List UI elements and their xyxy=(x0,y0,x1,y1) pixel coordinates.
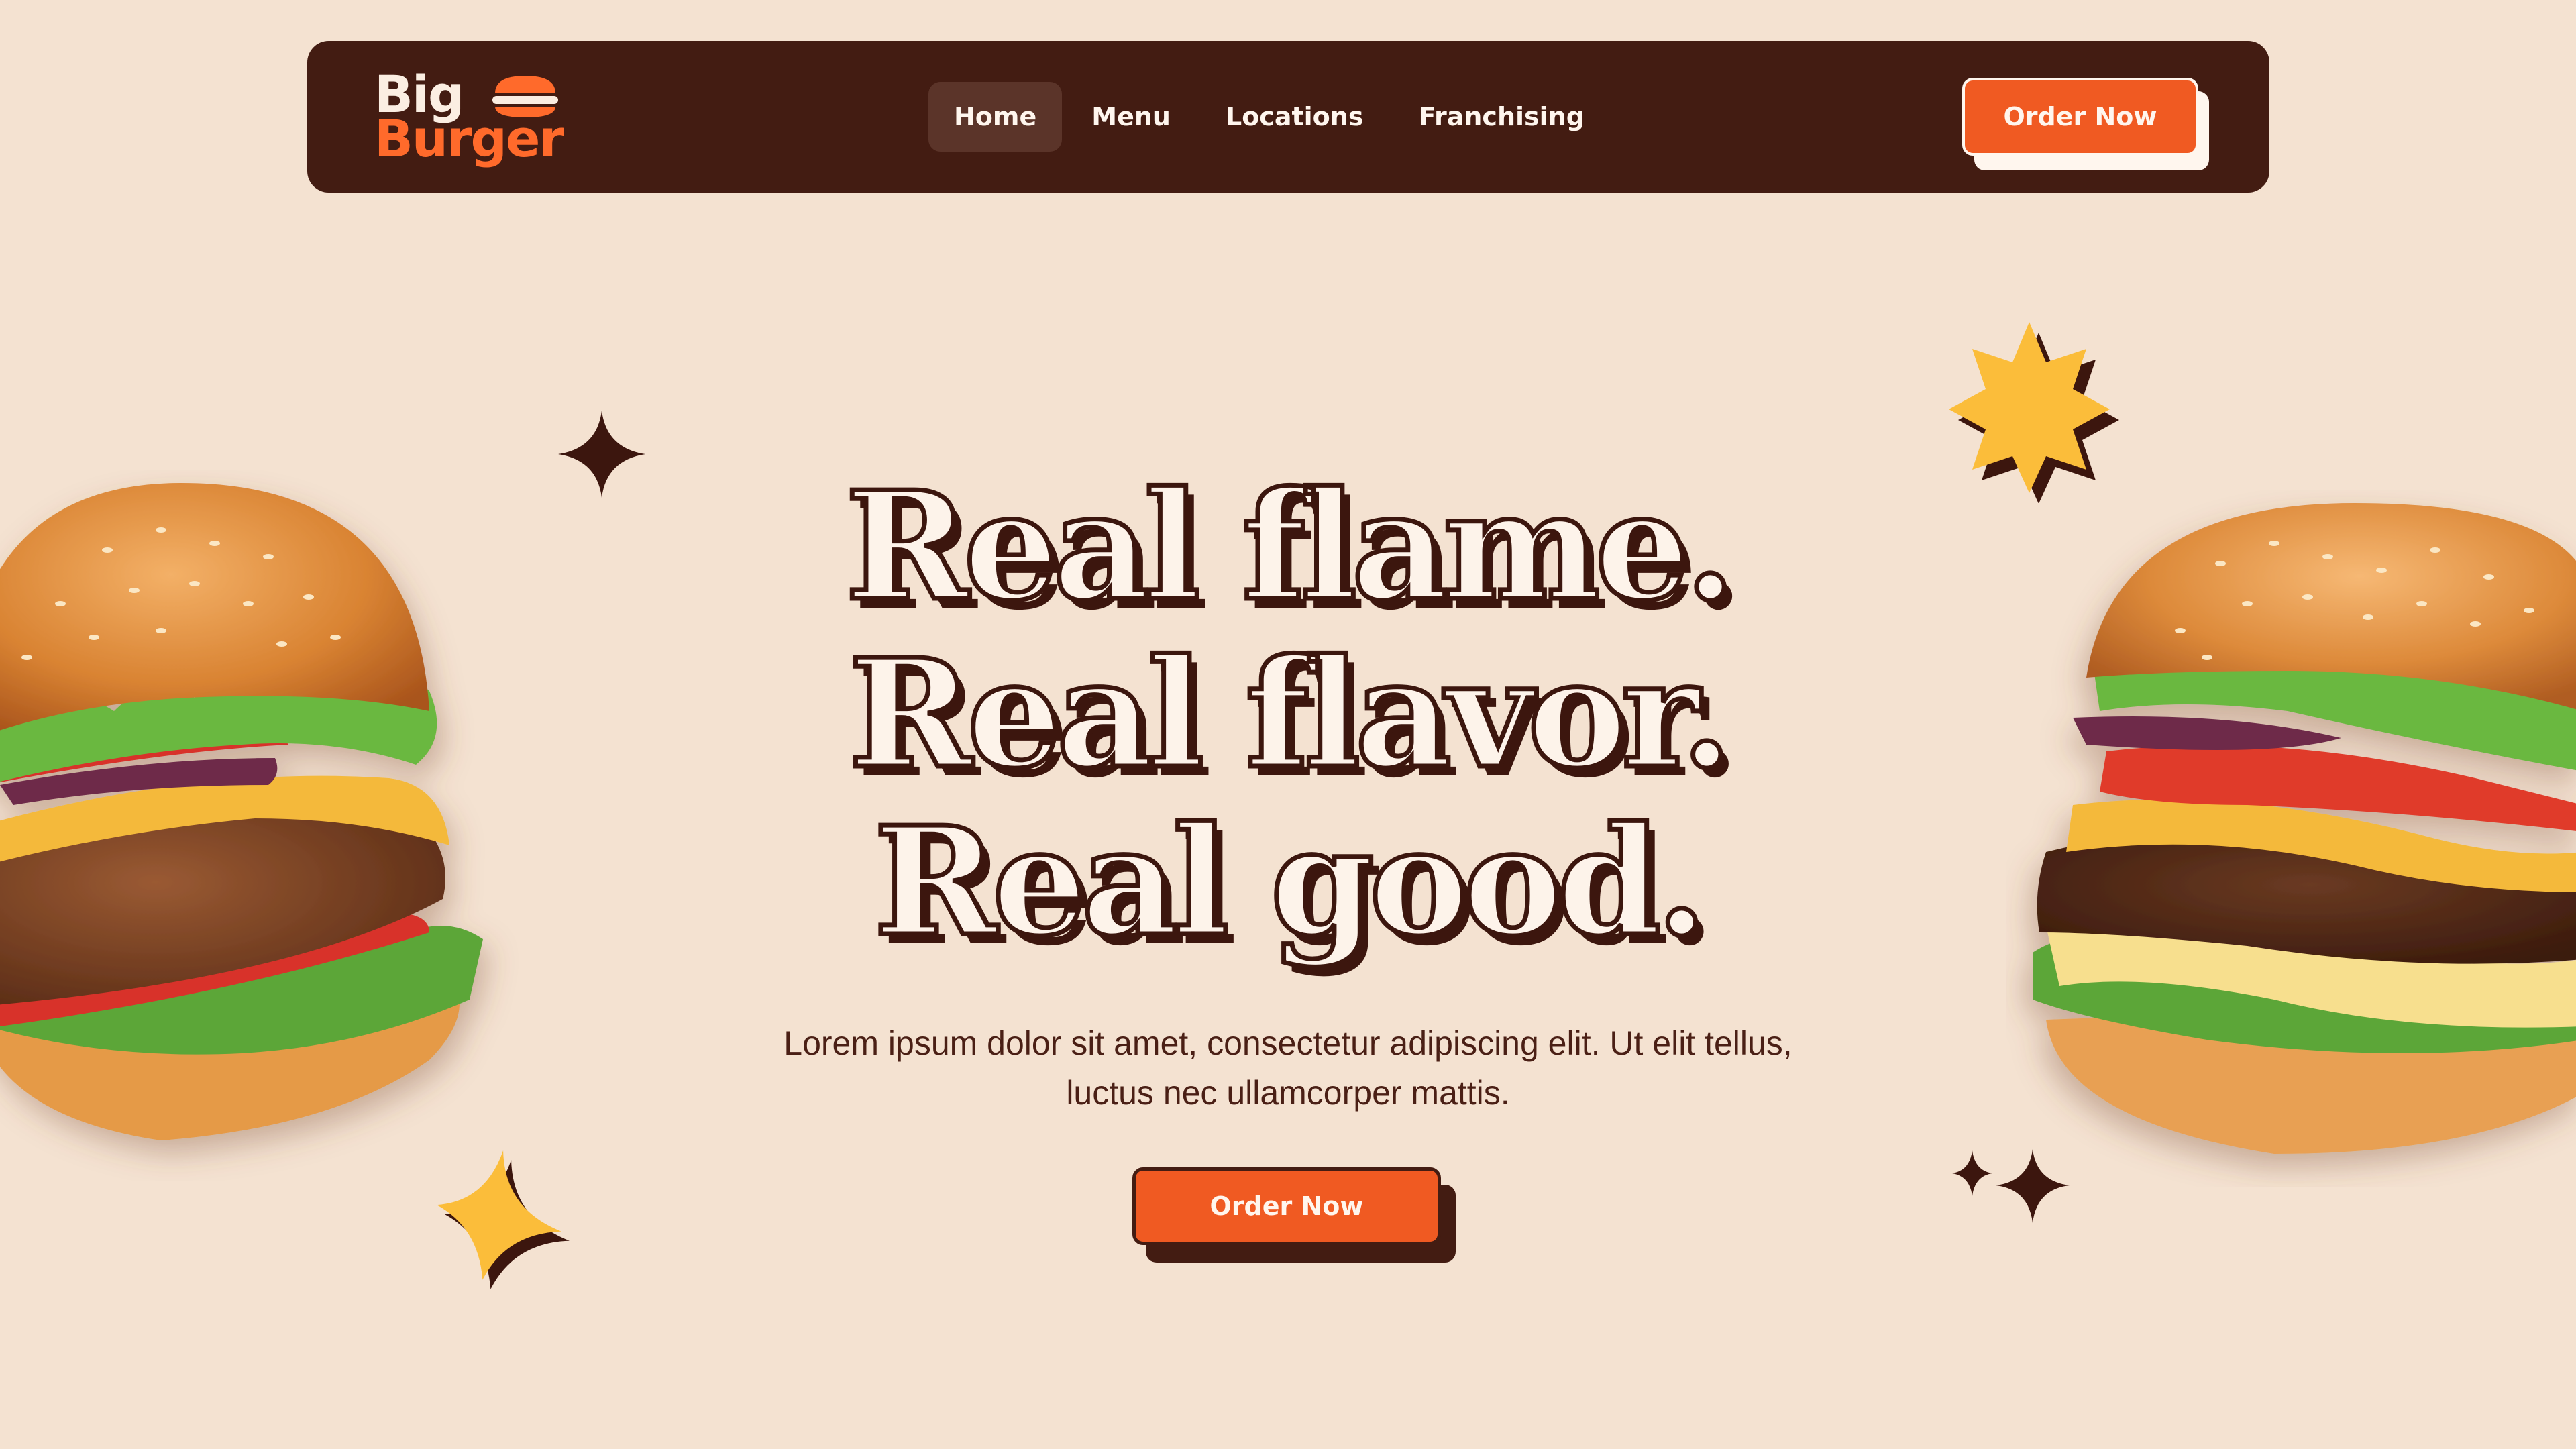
headline-line: Real good. xyxy=(871,795,1710,969)
hero-subtext: Lorem ipsum dolor sit amet, consectetur … xyxy=(784,1024,1792,1112)
navbar: Big Burger Home Menu Locations Franchisi… xyxy=(307,41,2269,193)
nav-item-menu[interactable]: Menu xyxy=(1066,82,1196,152)
headline-line: Real flame. xyxy=(843,460,1738,634)
nav-item-home[interactable]: Home xyxy=(928,82,1063,152)
hero-order-now-button[interactable]: Order Now xyxy=(1132,1167,1441,1245)
brand-name-line2: Burger xyxy=(374,109,564,168)
nav-item-franchising[interactable]: Franchising xyxy=(1393,82,1609,152)
star-icon xyxy=(437,1150,570,1289)
headline-line: Real flavor. xyxy=(847,627,1735,802)
brand-logo[interactable]: Big Burger xyxy=(374,69,564,170)
sparkle-icon xyxy=(1952,1149,2070,1223)
landing-page: Big Burger Home Menu Locations Franchisi… xyxy=(0,0,2576,1449)
hero-order-now-wrapper: Order Now xyxy=(1132,1167,1456,1268)
nav-links: Home Menu Locations Franchising xyxy=(928,82,1610,152)
nav-order-now-wrapper: Order Now xyxy=(1962,78,2210,172)
hero-headline: Real flame. Real flavor. Real good. xyxy=(0,460,2576,969)
nav-item-locations[interactable]: Locations xyxy=(1200,82,1389,152)
nav-order-now-button[interactable]: Order Now xyxy=(1962,78,2198,156)
burger-icon xyxy=(492,76,558,117)
